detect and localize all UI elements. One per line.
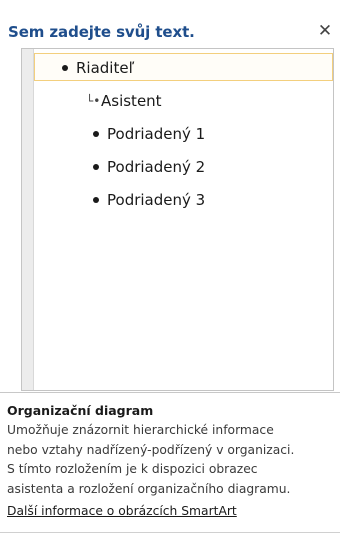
list-item-label: Podriadený 2 — [107, 158, 206, 176]
smartart-help-link[interactable]: Další informace o obrázcích SmartArt — [7, 502, 237, 520]
list-item-level2[interactable]: Podriadený 2 — [34, 153, 333, 181]
description-line: nebo vztahy nadřízený-podřízený v organi… — [7, 442, 295, 457]
bullet-icon — [93, 197, 99, 203]
description-line: Umožňuje znázornit hierarchické informac… — [7, 423, 274, 437]
list-item-level2[interactable]: Podriadený 1 — [34, 120, 333, 148]
pane-title: Sem zadejte svůj text. — [8, 23, 195, 41]
list-item-label: Asistent — [101, 92, 162, 110]
list-item-level2[interactable]: Podriadený 3 — [34, 186, 333, 214]
close-icon[interactable]: ✕ — [317, 22, 333, 40]
pane-header: Sem zadejte svůj text. ✕ — [0, 0, 340, 46]
bullet-icon — [93, 131, 99, 137]
description-line: asistenta a rozložení organizačního diag… — [7, 481, 291, 496]
list-item-level1[interactable]: Riaditeľ — [34, 53, 333, 81]
text-pane-gutter — [22, 49, 34, 390]
bullet-icon — [62, 65, 68, 71]
assistant-connector-icon: └• — [86, 94, 101, 108]
pane-bottom-border — [0, 532, 340, 533]
text-entry-pane[interactable]: Riaditeľ └• Asistent Podriadený 1 Podria… — [21, 48, 334, 391]
list-item-label: Riaditeľ — [76, 59, 135, 77]
description-line: S tímto rozložením je k dispozici obraze… — [7, 462, 258, 476]
bullet-icon — [93, 164, 99, 170]
list-item-label: Podriadený 3 — [107, 191, 206, 209]
list-item-label: Podriadený 1 — [107, 125, 206, 143]
description-text: Umožňuje znázornit hierarchické informac… — [7, 421, 333, 499]
layout-description: Organizační diagram Umožňuje znázornit h… — [0, 392, 340, 537]
description-title: Organizační diagram — [7, 403, 154, 418]
smartart-text-pane: Sem zadejte svůj text. ✕ Riaditeľ └• Asi… — [0, 0, 340, 537]
list-item-assistant[interactable]: └• Asistent — [34, 87, 333, 115]
